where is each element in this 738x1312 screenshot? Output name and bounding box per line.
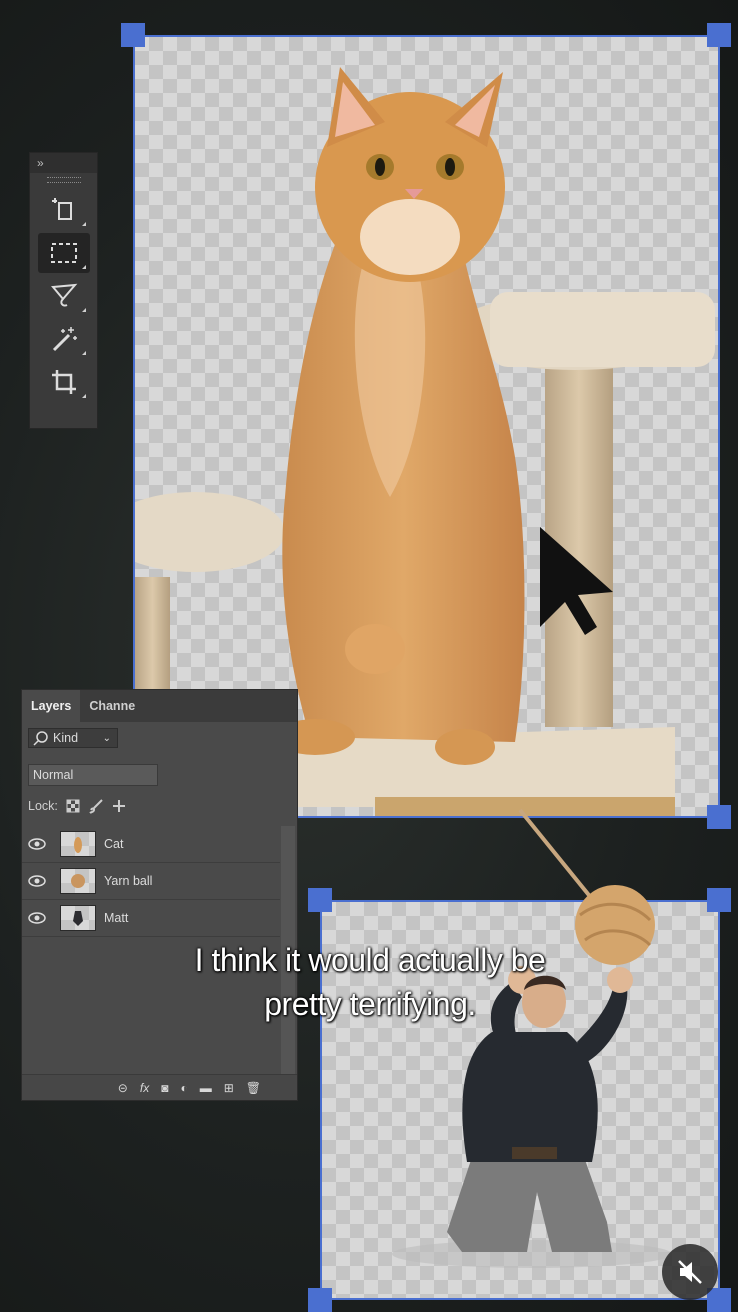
layer-name: Matt (104, 911, 129, 925)
crop-tool[interactable] (38, 362, 90, 402)
artboard-icon (51, 198, 72, 220)
tab-channels[interactable]: Channe (80, 690, 144, 722)
layer-filter-select[interactable]: Kind ⌄ (28, 728, 118, 748)
layer-list: Cat Yarn ball Matt (22, 826, 299, 937)
artboard-tool[interactable] (38, 190, 90, 230)
collapse-toggle[interactable]: » (30, 153, 97, 173)
transform-handle-top-right[interactable] (707, 23, 731, 47)
new-layer-icon[interactable]: ⊞ (224, 1081, 234, 1095)
panel-tabs: Layers Channe (22, 690, 297, 722)
transform-handle-top-right-2[interactable] (707, 888, 731, 912)
layer-style-fx-button[interactable]: fx (140, 1081, 149, 1095)
layer-name: Yarn ball (104, 874, 153, 888)
lock-image-pixels-icon[interactable] (88, 798, 104, 814)
layer-row-yarn-ball[interactable]: Yarn ball (22, 863, 280, 900)
transform-handle-bottom-right-2[interactable] (707, 1288, 731, 1312)
filter-kind-label: Kind (53, 731, 79, 745)
layer-row-matt[interactable]: Matt (22, 900, 280, 937)
magic-wand-tool[interactable] (38, 319, 90, 359)
magic-wand-icon (52, 327, 77, 352)
visibility-eye-icon[interactable] (22, 912, 52, 924)
transform-handle-bottom-right[interactable] (707, 805, 731, 829)
lasso-tool[interactable] (38, 276, 90, 316)
visibility-eye-icon[interactable] (22, 838, 52, 850)
mute-button[interactable] (662, 1244, 718, 1300)
visibility-eye-icon[interactable] (22, 875, 52, 887)
layer-name: Cat (104, 837, 124, 851)
transform-handle-bottom-left-2[interactable] (308, 1288, 332, 1312)
lock-transparent-pixels-icon[interactable] (66, 799, 80, 813)
layer-thumbnail-matt (60, 905, 96, 931)
panel-grip[interactable] (30, 173, 97, 187)
caption-line-2: pretty terrifying. (264, 986, 476, 1022)
lock-position-icon[interactable] (112, 799, 126, 813)
search-icon (33, 731, 48, 746)
lock-label: Lock: (28, 799, 58, 813)
lasso-icon (50, 283, 77, 307)
trash-icon[interactable]: 🗑 (246, 1081, 261, 1095)
crop-icon (51, 370, 76, 394)
layer-thumbnail-yarn-ball (60, 868, 96, 894)
transform-handle-top-left-2[interactable] (308, 888, 332, 912)
tools-panel: » (29, 152, 98, 429)
speaker-muted-icon (678, 1260, 702, 1284)
new-group-folder-icon[interactable]: ▬ (200, 1081, 212, 1095)
lock-controls: Lock: (28, 798, 126, 814)
layer-row-cat[interactable]: Cat (22, 826, 280, 863)
marquee-tool[interactable] (37, 233, 90, 273)
layers-panel: Layers Channe Kind ⌄ Normal Lock: Cat Ya… (21, 689, 298, 1101)
transform-handle-top-left[interactable] (121, 23, 145, 47)
adjustment-layer-icon[interactable]: ◐ (180, 1081, 187, 1095)
add-mask-icon[interactable]: ◙ (161, 1081, 168, 1095)
tab-layers[interactable]: Layers (22, 690, 81, 722)
video-caption: I think it would actually be pretty terr… (150, 938, 590, 1026)
marquee-icon (50, 243, 77, 263)
chevron-down-icon: ⌄ (102, 732, 111, 744)
link-layers-icon[interactable]: ⊝ (118, 1081, 128, 1095)
layers-footer: ⊝ fx ◙ ◐ ▬ ⊞ 🗑 (22, 1074, 297, 1100)
caption-line-1: I think it would actually be (194, 942, 546, 978)
layer-thumbnail-cat (60, 831, 96, 857)
blend-mode-select[interactable]: Normal (28, 764, 158, 786)
